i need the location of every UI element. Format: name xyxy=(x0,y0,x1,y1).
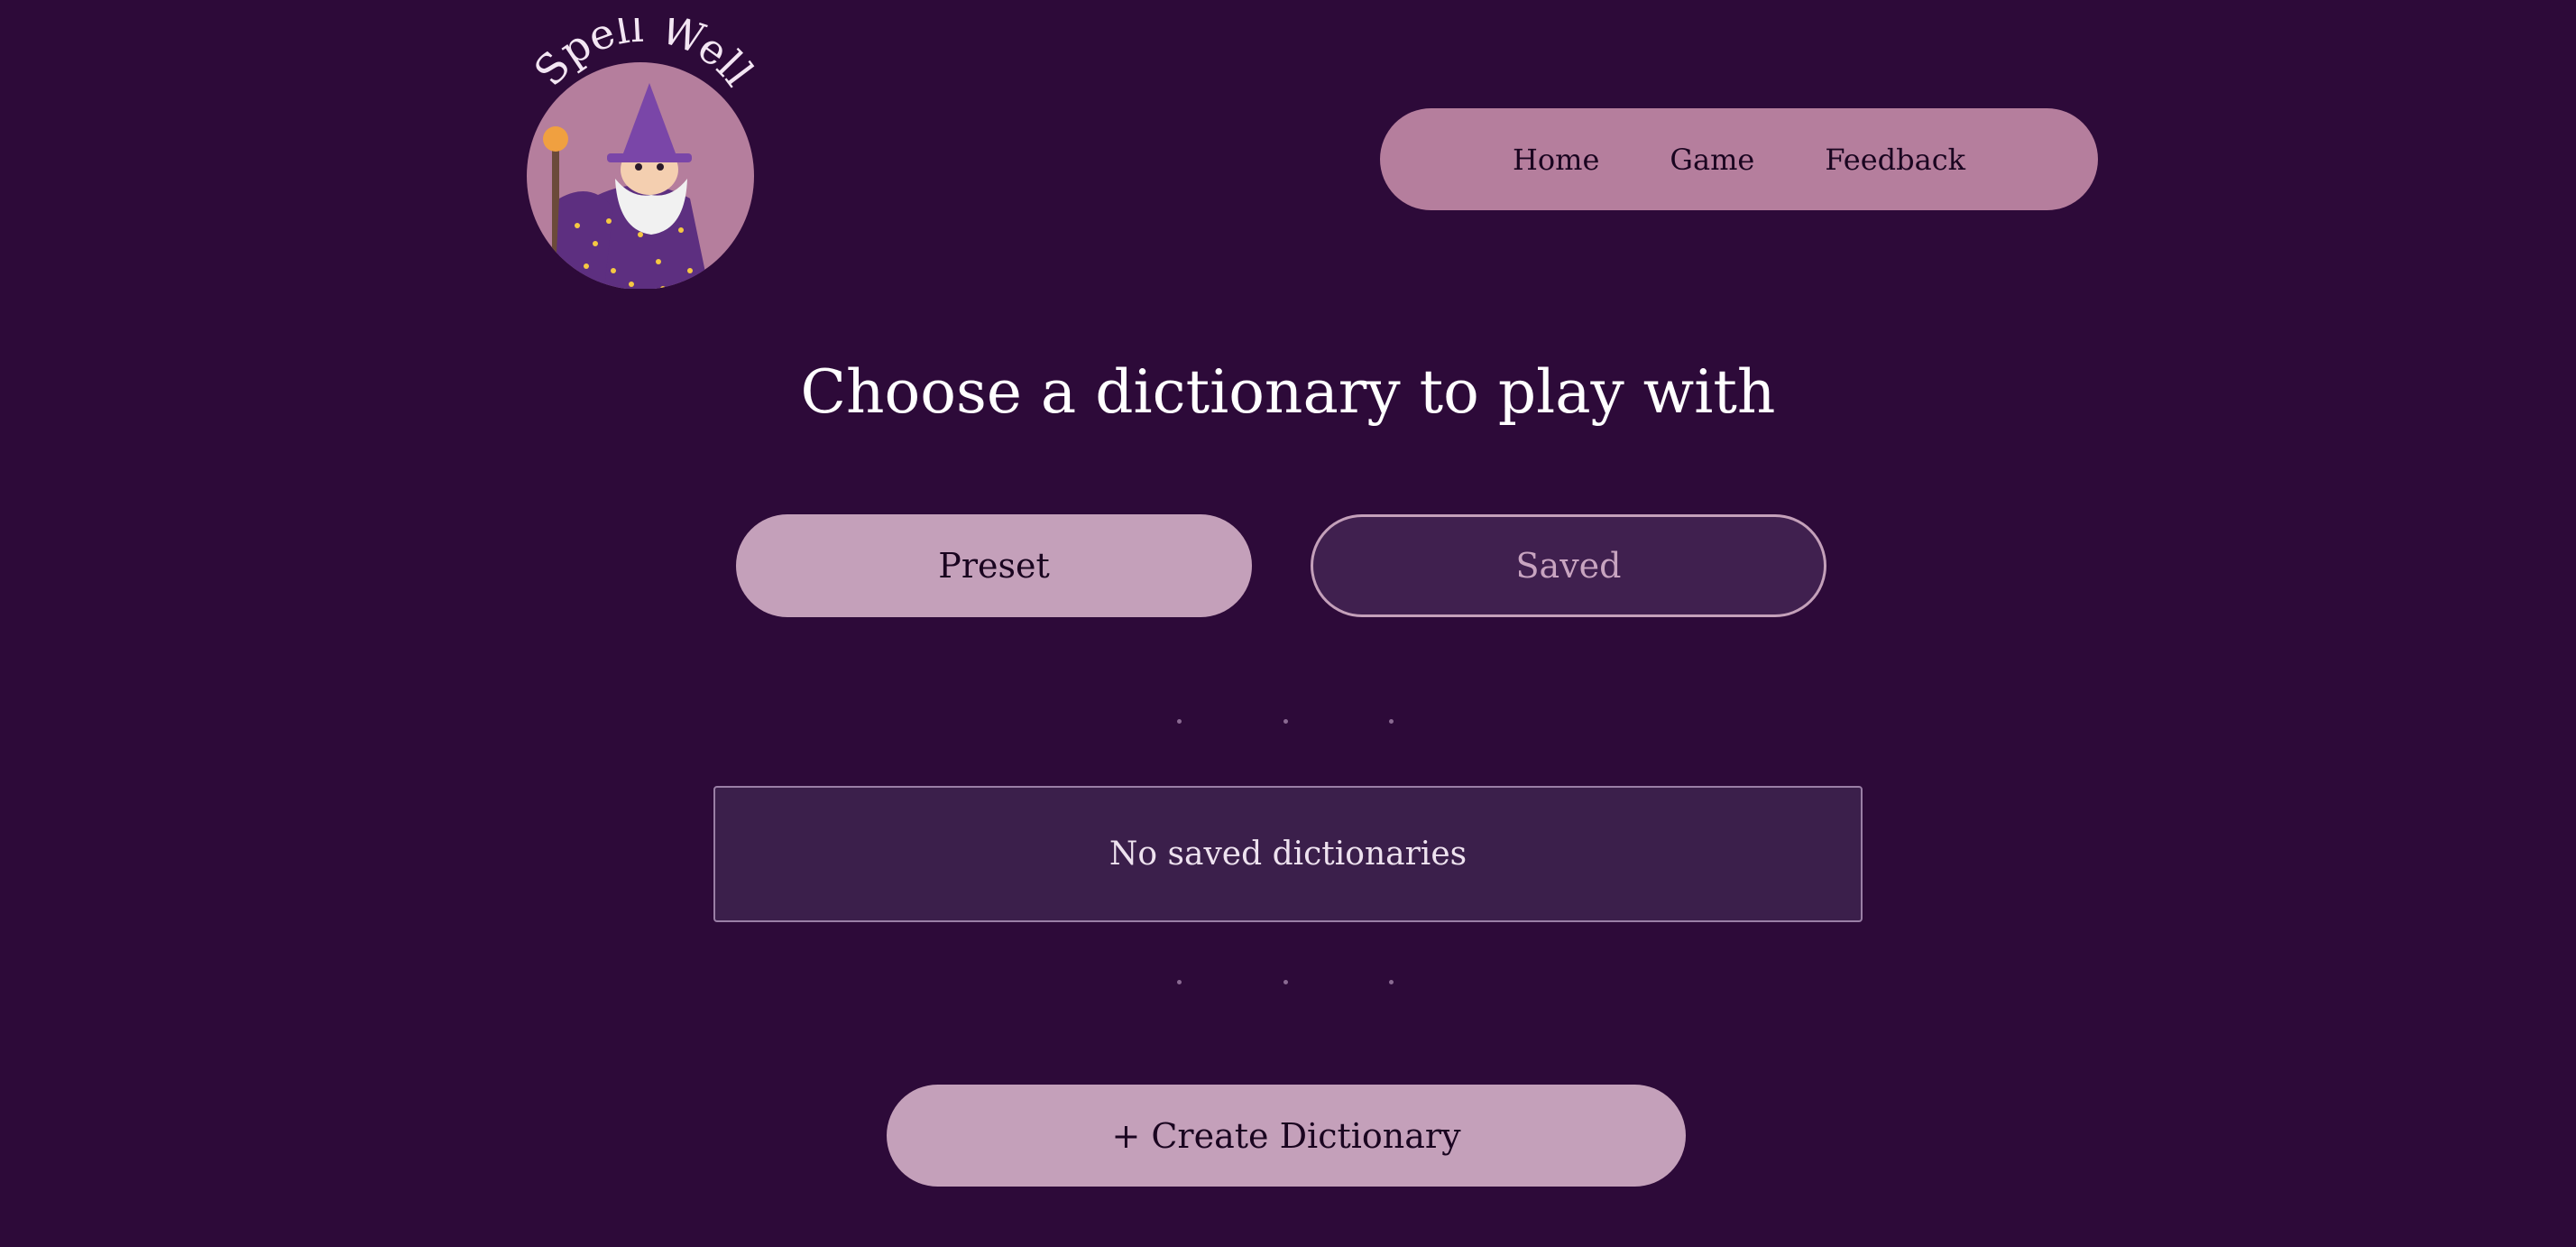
page-title: Choose a dictionary to play with xyxy=(800,357,1776,427)
empty-state-message: No saved dictionaries xyxy=(1109,836,1467,873)
nav-game-link[interactable]: Game xyxy=(1670,143,1754,177)
preset-tab-button[interactable]: Preset xyxy=(736,514,1252,617)
dictionary-list-panel: No saved dictionaries xyxy=(713,786,1863,922)
nav-feedback-link[interactable]: Feedback xyxy=(1825,143,1965,177)
saved-tab-button[interactable]: Saved xyxy=(1311,514,1826,617)
dots-divider-top xyxy=(1177,719,1394,724)
create-dictionary-button[interactable]: + Create Dictionary xyxy=(887,1085,1686,1187)
dot xyxy=(1177,980,1182,984)
dot xyxy=(1389,980,1394,984)
main-nav: Home Game Feedback xyxy=(1380,108,2098,210)
nav-home-link[interactable]: Home xyxy=(1513,143,1599,177)
dot xyxy=(1389,719,1394,724)
dot xyxy=(1283,719,1288,724)
dot xyxy=(1283,980,1288,984)
dot xyxy=(1177,719,1182,724)
dots-divider-bottom xyxy=(1177,980,1394,984)
spell-well-logo[interactable]: Spell Well xyxy=(505,3,776,290)
